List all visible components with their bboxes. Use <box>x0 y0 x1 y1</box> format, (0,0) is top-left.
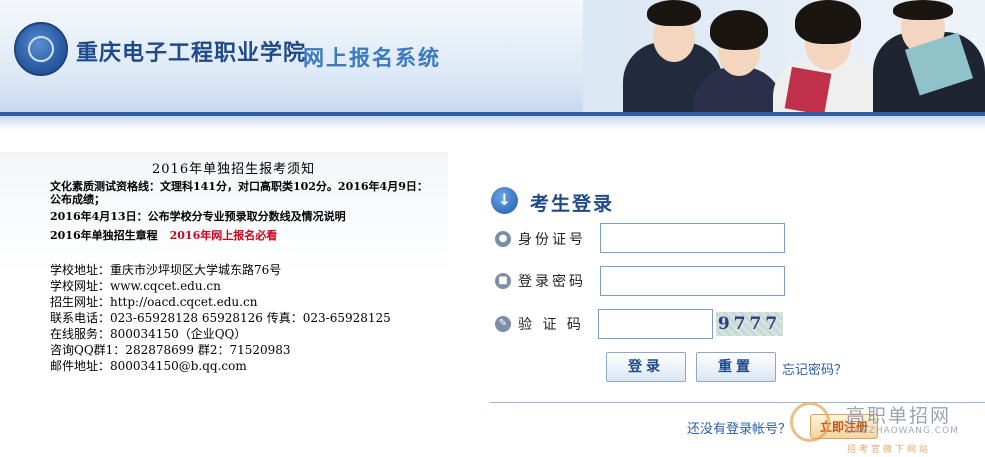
login-title: 考生登录 <box>530 193 615 215</box>
captcha-image[interactable]: 9777 <box>716 312 783 336</box>
school-address: 学校地址：重庆市沙坪坝区大学城东路76号 <box>50 263 282 277</box>
charter-link[interactable]: 2016年单独招生章程 <box>50 229 158 242</box>
student-hair <box>795 0 861 44</box>
student-hair <box>710 10 768 50</box>
school-name: 重庆电子工程职业学院 <box>76 40 307 66</box>
watermark-slogan: 招考官微下网站 <box>847 445 932 455</box>
notice-line-score[interactable]: 文化素质测试资格线：文理科141分，对口高职类102分。2016年4月9日： <box>50 180 428 193</box>
school-website: 学校网址：www.cqcet.edu.cn <box>50 279 221 293</box>
book-image <box>784 66 832 112</box>
notice-title: 2016年单独招生报考须知 <box>152 162 316 177</box>
logo-emblem <box>28 36 54 62</box>
user-icon: ● <box>495 231 511 247</box>
online-service: 在线服务：800034150（企业QQ） <box>50 327 247 341</box>
captcha-label: 验 证 码 <box>518 317 584 333</box>
captcha-input[interactable] <box>598 309 713 339</box>
login-button[interactable]: 登录 <box>606 352 686 382</box>
contact-info: 学校地址：重庆市沙坪坝区大学城东路76号 学校网址：www.cqcet.edu.… <box>50 262 391 374</box>
student-hair <box>647 0 701 26</box>
notice-line-results[interactable]: 公布成绩； <box>50 193 105 206</box>
arrow-down-circle-icon: ↓ <box>491 187 518 214</box>
qq-groups: 咨询QQ群1：282878699 群2：71520983 <box>50 343 291 357</box>
id-number-label: 身份证号 <box>518 232 586 248</box>
forgot-password-link[interactable]: 忘记密码？ <box>782 359 847 378</box>
id-number-input[interactable] <box>600 223 785 253</box>
admission-website: 招生网址：http://oacd.cqcet.edu.cn <box>50 295 258 309</box>
contact-phone: 联系电话：023-65928128 65928126 传真：023-659281… <box>50 311 391 325</box>
watermark-logo-icon <box>790 402 830 442</box>
students-photo <box>583 0 985 112</box>
lock-icon: ■ <box>495 273 511 289</box>
password-label: 登录密码 <box>518 274 586 290</box>
header-shadow <box>0 116 985 130</box>
school-logo-icon <box>14 22 68 76</box>
system-name: 网上报名系统 <box>303 46 441 70</box>
registration-guide-link[interactable]: 2016年网上报名必看 <box>170 229 278 242</box>
student-hair <box>893 0 953 20</box>
watermark-url: DANZHAOWANG.COM <box>846 426 959 436</box>
notice-line-charter: 2016年单独招生章程 2016年网上报名必看 <box>50 229 277 242</box>
no-account-text: 还没有登录帐号？ <box>687 422 792 437</box>
contact-email: 邮件地址：800034150@b.qq.com <box>50 359 247 373</box>
notice-line-admission[interactable]: 2016年4月13日：公布学校分专业预录取分数线及情况说明 <box>50 210 346 223</box>
pencil-icon: ✎ <box>495 316 511 332</box>
password-input[interactable] <box>600 266 785 296</box>
watermark-title: 高职单招网 <box>846 405 952 427</box>
reset-button[interactable]: 重置 <box>696 352 776 382</box>
